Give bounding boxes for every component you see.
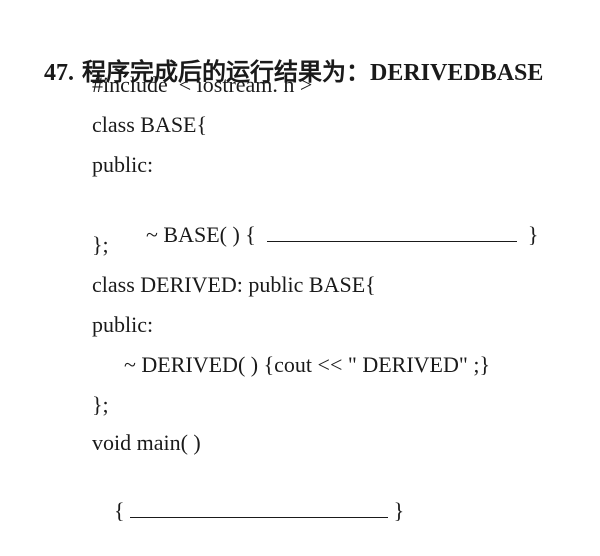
destructor-base-tail: } [516, 222, 539, 247]
code-line-public-1: public: [92, 152, 154, 177]
answer-blank-1[interactable] [266, 223, 517, 242]
code-line-base-destructor: ~ BASE( ) { } [124, 190, 538, 280]
main-body-open: { [114, 498, 131, 523]
code-line-main-body: { } [92, 466, 404, 556]
exam-question: 47. 程序完成后的运行结果为：DERIVEDBASE #include < io… [0, 0, 600, 523]
code-line-close-derived: }; [92, 392, 109, 417]
code-line-close-base: }; [92, 232, 109, 257]
code-line-class-base: class BASE{ [92, 112, 208, 137]
code-line-class-derived: class DERIVED: public BASE{ [92, 272, 376, 297]
answer-blank-2[interactable] [130, 499, 389, 518]
destructor-base-head: ~ BASE( ) { [146, 222, 267, 247]
question-number: 47. [44, 60, 74, 86]
code-line-main: void main( ) [92, 430, 201, 455]
main-body-close: } [388, 498, 405, 523]
code-line-public-2: public: [92, 312, 154, 337]
code-line-derived-destructor: ~ DERIVED( ) {cout << " DERIVED" ;} [124, 352, 491, 377]
code-line-include: #include < iostream. h > [92, 72, 313, 97]
